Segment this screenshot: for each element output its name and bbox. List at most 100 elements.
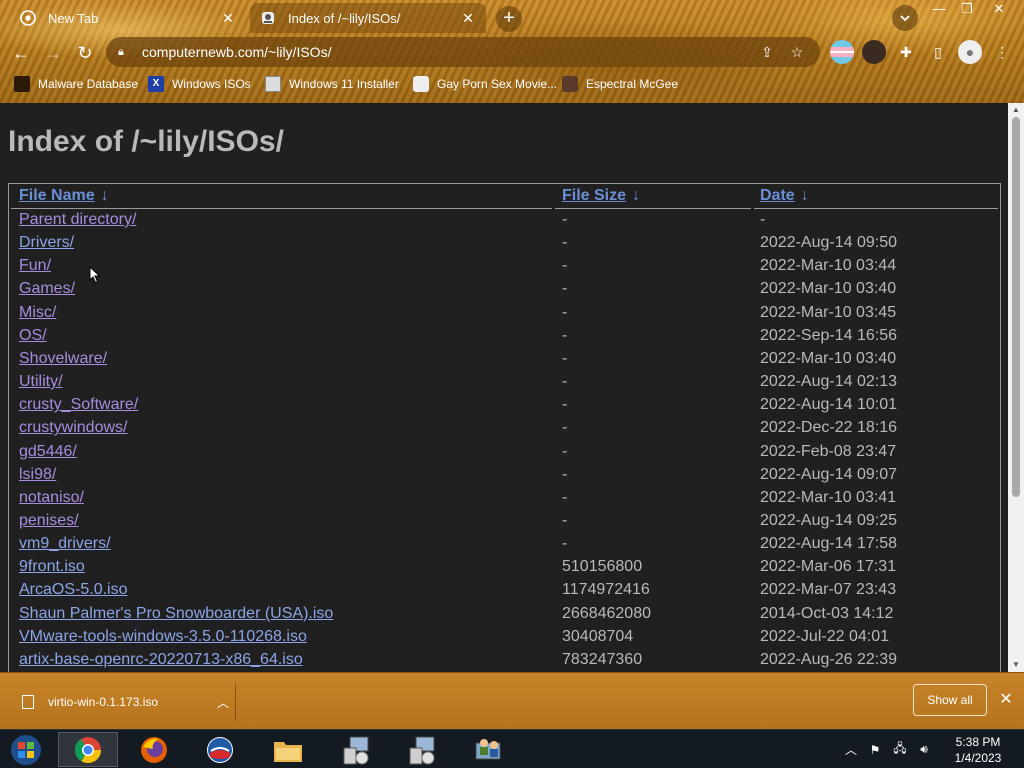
chevron-down-icon (900, 15, 910, 22)
bookmark-espectral-mcgee[interactable]: Espectral McGee (562, 74, 678, 94)
file-link[interactable]: Drivers/ (19, 234, 74, 252)
taskbar-users-app[interactable] (458, 732, 518, 767)
table-row: VMware-tools-windows-3.5.0-110268.iso 304… (9, 628, 999, 651)
file-link[interactable]: Fun/ (19, 257, 51, 275)
file-link[interactable]: vm9_drivers/ (19, 535, 111, 553)
action-center-flag-icon[interactable]: ⚑ (866, 730, 884, 768)
taskbar-file-explorer[interactable] (258, 732, 318, 767)
file-link[interactable]: VMware-tools-windows-3.5.0-110268.iso (19, 628, 307, 646)
file-link[interactable]: Misc/ (19, 304, 56, 322)
account-avatar-icon[interactable]: ● (958, 40, 982, 64)
column-header-file-name[interactable]: File Name ↓ (19, 187, 109, 209)
table-row: notaniso/ - 2022-Mar-10 03:41 (9, 489, 999, 512)
column-header-date[interactable]: Date ↓ (760, 187, 809, 209)
bookmark-windows-11-installer[interactable]: Windows 11 Installer (265, 74, 399, 94)
extensions-puzzle-icon[interactable]: ✚ (894, 40, 918, 64)
bookmark-label: Gay Porn Sex Movie... (437, 77, 558, 91)
firefox-icon (141, 736, 167, 763)
file-size: 510156800 (562, 558, 643, 576)
back-button[interactable]: ← (8, 40, 34, 66)
tab-search-button[interactable] (892, 5, 918, 31)
file-icon (22, 695, 34, 709)
side-panel-icon[interactable]: ▯ (926, 40, 950, 64)
share-icon[interactable]: ⇪ (756, 44, 778, 61)
close-icon[interactable]: ✕ (460, 10, 476, 27)
file-size: - (562, 211, 568, 228)
profile-avatar-extension-icon[interactable] (862, 40, 886, 64)
download-shelf: virtio-win-0.1.173.iso ︿ (0, 672, 1024, 729)
taskbar-remote-desktop-2[interactable] (392, 732, 452, 767)
user-icon (413, 76, 429, 92)
column-header-file-size[interactable]: File Size ↓ (562, 187, 640, 209)
taskbar-chrome[interactable] (58, 732, 118, 767)
file-link[interactable]: 9front.iso (19, 558, 85, 576)
close-download-shelf-icon[interactable]: ✕ (996, 690, 1016, 710)
scroll-up-arrow-icon[interactable]: ▲ (1008, 103, 1024, 117)
clock-time: 5:38 PM (955, 735, 1001, 749)
file-size: - (562, 326, 568, 344)
table-row: Utility/ - 2022-Aug-14 02:13 (9, 373, 999, 396)
x-logo-icon: X (148, 76, 164, 92)
file-link[interactable]: crustywindows/ (19, 419, 127, 437)
file-link[interactable]: penises/ (19, 512, 79, 530)
volume-icon[interactable]: 🔊︎ (914, 730, 934, 768)
minimize-button[interactable]: — (924, 0, 954, 18)
sort-arrow-icon: ↓ (800, 187, 809, 204)
download-item[interactable]: virtio-win-0.1.173.iso ︿ (10, 683, 236, 721)
file-date: 2022-Mar-10 03:40 (760, 349, 897, 367)
file-link[interactable]: gd5446/ (19, 443, 77, 461)
file-date: 2022-Aug-14 17:58 (760, 535, 897, 553)
window-close-button[interactable]: ✕ (984, 0, 1014, 18)
table-row: penises/ - 2022-Aug-14 09:25 (9, 512, 999, 535)
bookmark-malware-database[interactable]: Malware Database (14, 74, 138, 94)
start-button[interactable] (0, 732, 52, 767)
file-link[interactable]: Utility/ (19, 373, 63, 391)
lock-icon[interactable]: 🔒︎ (118, 46, 132, 59)
file-link[interactable]: crusty_Software/ (19, 396, 138, 414)
folder-icon (274, 741, 302, 762)
tab-index-of-isos[interactable]: Index of /~lily/ISOs/ ✕ (250, 3, 486, 33)
forward-button[interactable]: → (40, 40, 66, 66)
file-size: 2668462080 (562, 604, 651, 622)
address-url[interactable]: computernewb.com/~lily/ISOs/ (142, 44, 748, 60)
vertical-scrollbar[interactable]: ▲ ▼ (1008, 103, 1024, 672)
system-clock[interactable]: 5:38 PM 1/4/2023 (940, 732, 1016, 767)
mouse-cursor-icon (89, 266, 101, 284)
close-icon[interactable]: ✕ (220, 10, 236, 27)
chrome-icon (20, 10, 36, 26)
show-all-downloads-button[interactable]: Show all (913, 684, 987, 716)
bookmark-icon (14, 76, 30, 92)
bookmark-gay-porn-sex-movie[interactable]: Gay Porn Sex Movie... (413, 74, 557, 94)
file-link[interactable]: Shaun Palmer's Pro Snowboarder (USA).iso (19, 605, 333, 623)
extension-flag-icon[interactable] (830, 40, 854, 64)
tab-new-tab[interactable]: New Tab ✕ (10, 3, 246, 33)
taskbar-firefox[interactable] (124, 732, 184, 767)
file-link[interactable]: lsi98/ (19, 466, 56, 484)
scrollbar-thumb[interactable] (1012, 117, 1020, 497)
file-link[interactable]: Parent directory/ (19, 211, 136, 229)
chevron-up-icon[interactable]: ︿ (211, 694, 235, 711)
file-link[interactable]: OS/ (19, 327, 47, 345)
address-bar[interactable]: 🔒︎ computernewb.com/~lily/ISOs/ ⇪ ☆ (106, 37, 820, 67)
file-link[interactable]: notaniso/ (19, 489, 84, 507)
restore-button[interactable]: ❐ (952, 0, 982, 18)
bookmark-star-icon[interactable]: ☆ (786, 44, 808, 61)
show-hidden-icons-chevron-icon[interactable]: ︿ (844, 730, 858, 768)
face-icon (562, 76, 578, 92)
file-date: 2022-Aug-14 02:13 (760, 373, 897, 391)
table-row: lsi98/ - 2022-Aug-14 09:07 (9, 466, 999, 489)
menu-kebab-icon[interactable]: ⋮ (990, 40, 1014, 64)
file-link[interactable]: Games/ (19, 280, 75, 298)
scroll-down-arrow-icon[interactable]: ▼ (1008, 658, 1024, 672)
taskbar-obama-icon[interactable] (190, 732, 250, 767)
file-link[interactable]: Shovelware/ (19, 350, 107, 368)
new-tab-button[interactable]: + (496, 6, 522, 32)
reload-button[interactable]: ↻ (72, 40, 98, 66)
bookmark-windows-isos[interactable]: X Windows ISOs (148, 74, 251, 94)
file-link[interactable]: artix-base-openrc-20220713-x86_64.iso (19, 651, 303, 669)
file-link[interactable]: ArcaOS-5.0.iso (19, 581, 127, 599)
network-icon[interactable]: 🖧︎ (890, 730, 910, 768)
taskbar-remote-desktop-1[interactable] (326, 732, 386, 767)
bookmark-label: Windows ISOs (172, 77, 251, 91)
file-size: - (562, 234, 568, 252)
